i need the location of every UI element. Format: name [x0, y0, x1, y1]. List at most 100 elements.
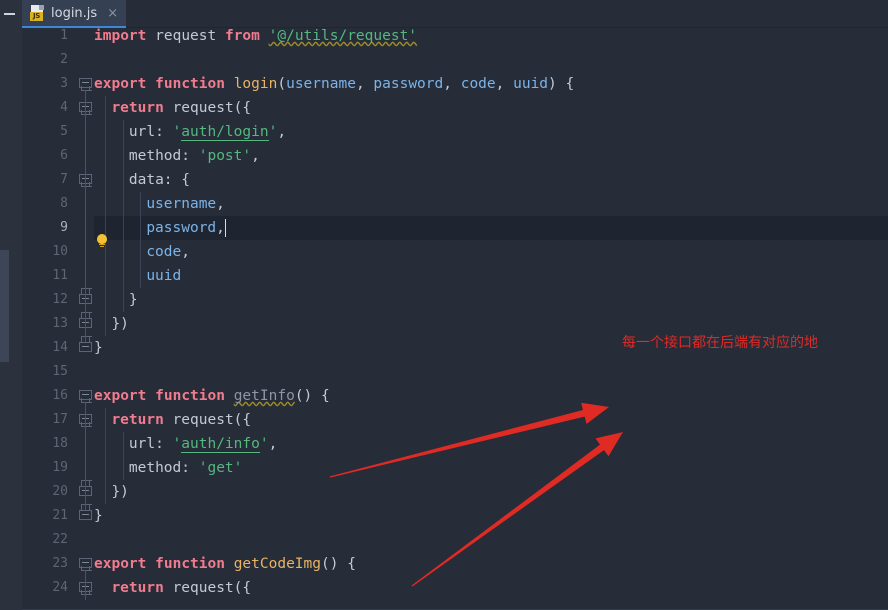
code-line[interactable]: return request({ — [111, 96, 251, 120]
ide-editor-window: JS login.js × 1 2 3 4 5 6 7 8 9 10 11 12 13 14 15 16 17 1… — [0, 0, 888, 610]
indent-guide — [105, 408, 107, 504]
code-token: , — [355, 76, 374, 92]
fold-minus — [82, 346, 89, 347]
code-token: 'get' — [198, 460, 243, 476]
line-number: 16 — [52, 388, 68, 403]
code-token: code — [146, 244, 182, 260]
code-token: , — [216, 196, 225, 212]
line-number: 19 — [52, 460, 68, 475]
line-number: 8 — [60, 196, 68, 211]
line-number: 11 — [52, 268, 68, 283]
indent-guide — [122, 432, 124, 480]
code-line[interactable]: import request from '@/utils/request' — [94, 28, 417, 48]
code-token: login — [233, 76, 278, 92]
code-token: data — [128, 172, 164, 188]
code-token: () { — [321, 556, 356, 572]
code-token: ({ — [233, 412, 252, 428]
code-token: , — [268, 436, 278, 452]
code-line[interactable]: export function login(username, password… — [94, 72, 574, 96]
code-token: ({ — [233, 580, 252, 596]
code-line[interactable]: return request({ — [111, 576, 251, 600]
editor-tab-login-js[interactable]: JS login.js × — [22, 0, 127, 28]
line-number: 23 — [52, 556, 68, 571]
fold-minus — [82, 514, 89, 515]
code-token: return — [111, 412, 164, 428]
line-number: 17 — [52, 412, 68, 427]
code-token: } — [94, 508, 103, 524]
code-line[interactable]: method: 'get' — [129, 456, 243, 480]
code-content-area[interactable]: import request from '@/utils/request' exp… — [94, 28, 888, 610]
code-line[interactable]: uuid — [146, 264, 181, 288]
code-line[interactable]: }) — [111, 480, 128, 504]
fold-connector-line — [85, 90, 86, 342]
code-token: () { — [294, 388, 330, 404]
code-line[interactable]: url: 'auth/login', — [129, 120, 286, 144]
code-token: ' — [172, 124, 182, 140]
code-token: username — [146, 196, 217, 212]
code-token: request — [172, 100, 234, 116]
line-number: 12 — [52, 292, 68, 307]
line-number: 1 — [60, 28, 68, 43]
code-token: ' — [259, 436, 269, 452]
line-number: 18 — [52, 436, 68, 451]
code-token: url — [128, 124, 156, 140]
code-token: export — [94, 556, 147, 572]
code-line[interactable]: }) — [111, 312, 128, 336]
code-token: , — [495, 76, 514, 92]
code-token: : — [181, 148, 199, 164]
code-editor[interactable]: 1 2 3 4 5 6 7 8 9 10 11 12 13 14 15 16 17 18 19 20 21 22 23 24 … — [0, 28, 888, 610]
line-number: 3 — [60, 76, 68, 91]
line-number: 6 — [60, 148, 68, 163]
fold-minus — [82, 562, 89, 563]
code-line[interactable]: method: 'post', — [129, 144, 260, 168]
code-line[interactable]: username, — [146, 192, 225, 216]
line-number: 22 — [52, 532, 68, 547]
close-icon[interactable]: × — [107, 7, 118, 20]
fold-end-icon[interactable] — [79, 504, 92, 523]
line-number: 13 — [52, 316, 68, 331]
indent-guide — [140, 192, 142, 288]
code-token: method — [128, 460, 182, 476]
code-token: function — [155, 388, 225, 404]
code-line[interactable]: } — [94, 336, 103, 360]
code-token: request — [172, 580, 234, 596]
vertical-scrollbar-thumb[interactable] — [0, 250, 9, 362]
code-token: , — [277, 124, 287, 140]
indent-guide — [122, 120, 124, 312]
code-token: import — [94, 28, 147, 44]
line-number: 5 — [60, 124, 68, 139]
code-token: from — [224, 28, 260, 44]
code-token: return — [111, 580, 164, 596]
code-token: ( — [277, 76, 287, 92]
javascript-file-icon: JS — [30, 5, 45, 21]
code-token: ) { — [548, 76, 575, 92]
line-number: 20 — [52, 484, 68, 499]
code-token: auth/login — [181, 124, 269, 141]
code-folding-column[interactable] — [78, 28, 94, 610]
lightbulb-intention-icon[interactable] — [96, 234, 108, 248]
code-line[interactable]: export function getInfo() { — [94, 384, 330, 408]
collapse-window-icon[interactable] — [0, 0, 22, 28]
code-line[interactable]: url: 'auth/info', — [129, 432, 277, 456]
code-line[interactable]: } — [129, 288, 138, 312]
fold-box — [79, 342, 92, 352]
code-line[interactable]: code, — [146, 240, 190, 264]
code-line[interactable]: export function getCodeImg() { — [94, 552, 356, 576]
code-token: getCodeImg — [233, 556, 322, 572]
code-token: uuid — [513, 76, 549, 92]
line-number: 2 — [60, 52, 68, 67]
fold-end-icon[interactable] — [79, 336, 92, 355]
fold-minus — [82, 82, 89, 83]
code-line[interactable]: data: { — [129, 168, 190, 192]
collapse-bar — [4, 13, 15, 15]
code-line[interactable]: } — [94, 504, 103, 528]
code-line[interactable]: return request({ — [111, 408, 251, 432]
code-line[interactable]: password, — [146, 216, 225, 240]
code-token: function — [155, 556, 225, 572]
line-number-gutter[interactable]: 1 2 3 4 5 6 7 8 9 10 11 12 13 14 15 16 17 18 19 20 21 22 23 24 — [22, 28, 78, 610]
